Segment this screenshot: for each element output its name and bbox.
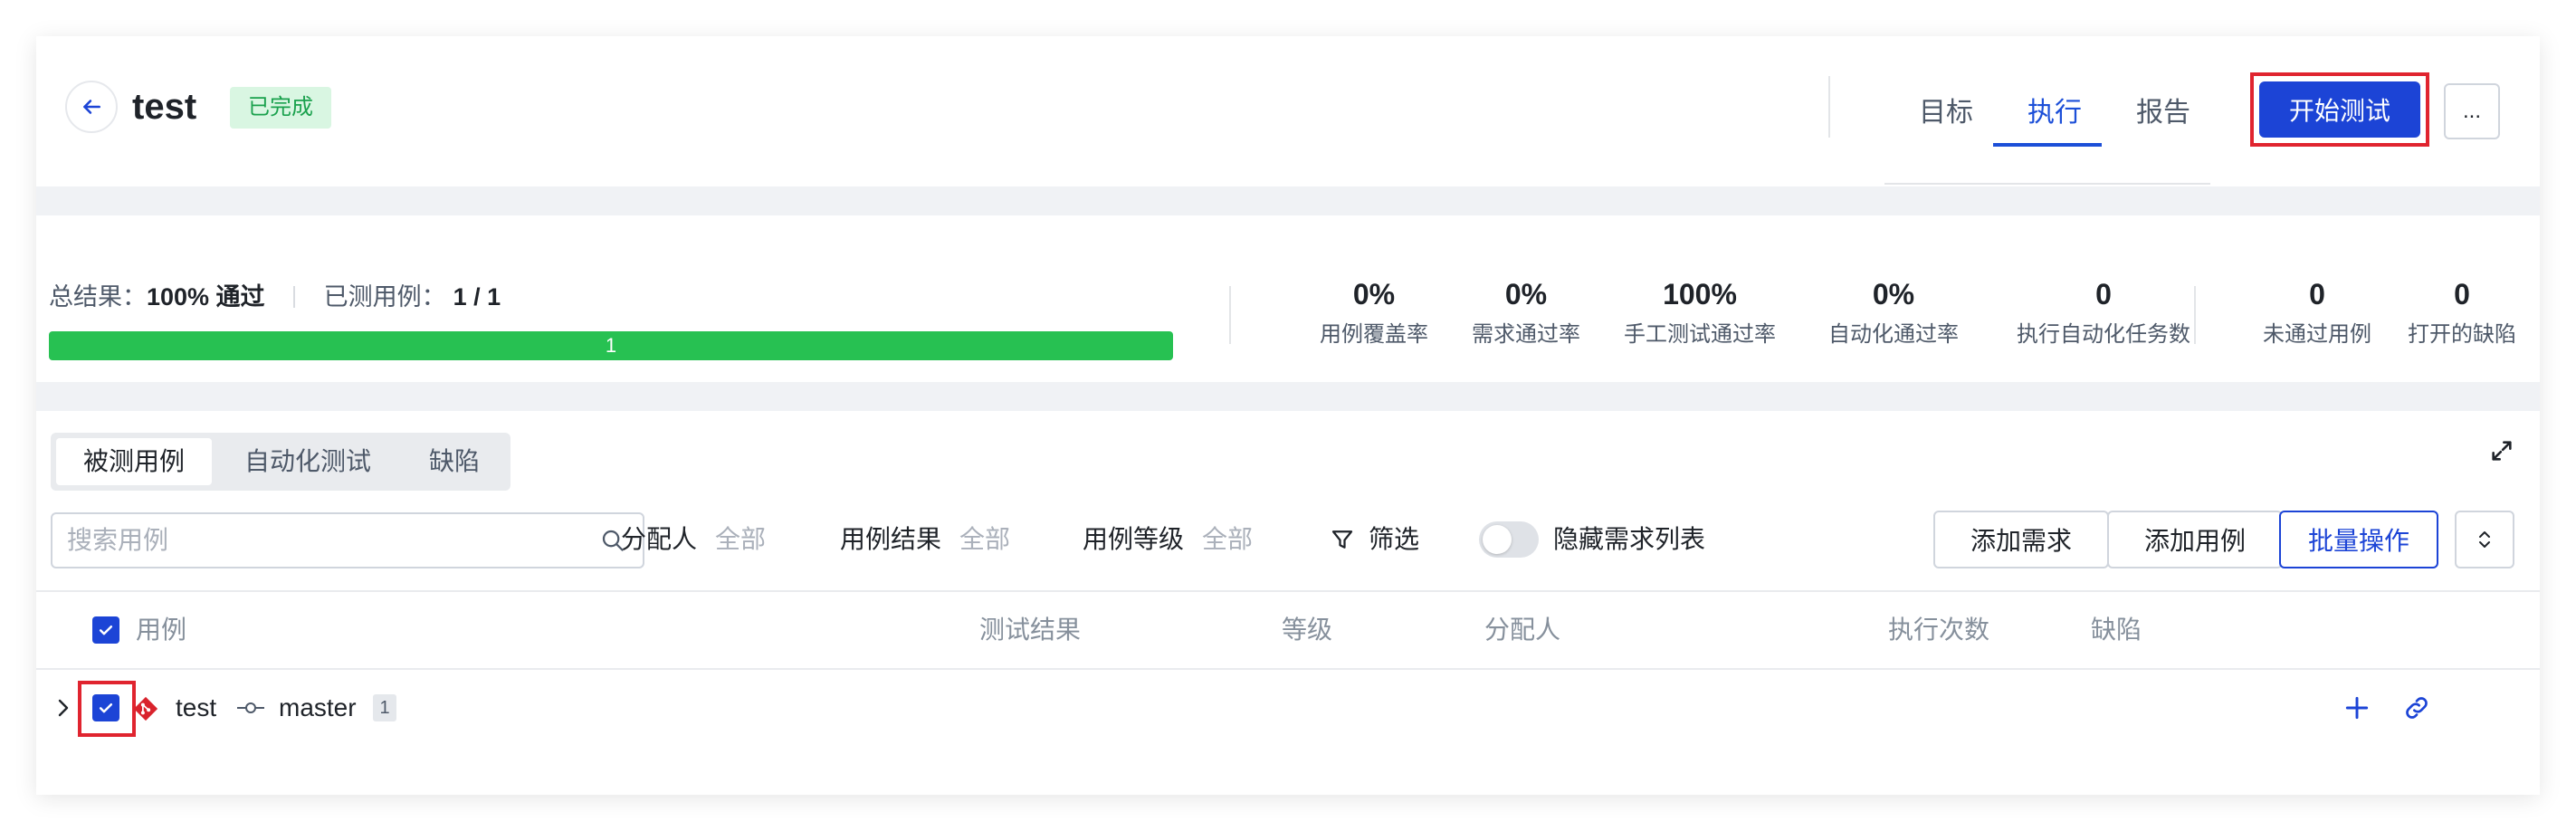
- hide-requirements-toggle[interactable]: [1479, 521, 1539, 558]
- arrow-left-icon: [83, 100, 100, 114]
- table-top-border: [36, 590, 2540, 592]
- more-button[interactable]: ...: [2444, 83, 2500, 139]
- check-icon: [99, 626, 113, 635]
- batch-operation-button[interactable]: 批量操作: [2279, 511, 2438, 568]
- segment-defects[interactable]: 缺陷: [404, 438, 505, 485]
- add-icon[interactable]: [2342, 693, 2371, 727]
- metric-value: 0: [2454, 278, 2470, 310]
- metric-value: 0: [2095, 278, 2112, 310]
- column-header-defects: 缺陷: [2091, 616, 2142, 644]
- filter-case-result[interactable]: 用例结果 全部: [840, 521, 1010, 558]
- case-name[interactable]: test: [176, 690, 216, 726]
- result-value: 100% 通过: [147, 283, 265, 310]
- start-test-button[interactable]: 开始测试: [2259, 81, 2420, 138]
- hide-requirements-label: 隐藏需求列表: [1553, 525, 1706, 553]
- search-input[interactable]: [67, 521, 574, 559]
- page-title: test: [132, 87, 197, 127]
- tab-goal[interactable]: 目标: [1901, 89, 1991, 138]
- metric-manual-pass: 100% 手工测试通过率: [1591, 273, 1808, 355]
- metric-value: 0: [2309, 278, 2325, 310]
- back-button[interactable]: [65, 81, 118, 133]
- metric-open-defects: 0 打开的缺陷: [2390, 273, 2534, 355]
- filter-value: 全部: [959, 525, 1011, 553]
- column-header-exec-count: 执行次数: [1888, 616, 1990, 644]
- table-header-border: [36, 668, 2540, 670]
- sort-icon: [2479, 531, 2490, 548]
- git-icon: [132, 695, 159, 727]
- filter-button-label: 筛选: [1369, 525, 1420, 553]
- metric-automation-pass: 0% 自动化通过率: [1794, 273, 1993, 355]
- result-label: 总结果：: [49, 283, 147, 310]
- branch-icon: [235, 697, 266, 723]
- tab-report[interactable]: 报告: [2118, 89, 2209, 138]
- case-type-segments: 被测用例 自动化测试 缺陷: [51, 433, 510, 491]
- column-header-assignee: 分配人: [1484, 616, 1561, 644]
- filter-value: 全部: [1202, 525, 1254, 553]
- branch-name: master: [279, 693, 357, 721]
- column-header-case: 用例: [136, 616, 187, 644]
- column-header-level: 等级: [1282, 616, 1333, 644]
- check-icon: [99, 703, 113, 713]
- tested-label: 已测用例：: [323, 283, 446, 310]
- add-case-button[interactable]: 添加用例: [2107, 511, 2283, 568]
- toggle-knob: [1483, 525, 1512, 554]
- chevron-right-icon[interactable]: [54, 695, 72, 725]
- metric-label: 打开的缺陷: [2408, 322, 2516, 347]
- metric-value: 0%: [1504, 278, 1548, 310]
- summary-divider: [293, 286, 296, 308]
- filter-label: 分配人: [621, 525, 698, 553]
- tabs-baseline: [1884, 183, 2210, 185]
- funnel-icon: [1331, 530, 1353, 549]
- metric-label: 执行自动化任务数: [2017, 322, 2190, 347]
- segment-tested-cases[interactable]: 被测用例: [56, 438, 212, 485]
- metric-label: 手工测试通过率: [1624, 322, 1776, 347]
- metric-value: 0%: [1872, 278, 1915, 310]
- segment-automation[interactable]: 自动化测试: [217, 438, 398, 485]
- metric-automation-tasks: 0 执行自动化任务数: [1986, 273, 2221, 355]
- progress-fill: 1: [49, 331, 1173, 360]
- status-badge: 已完成: [230, 87, 331, 129]
- search-box: [51, 512, 644, 568]
- metric-label: 需求通过率: [1472, 322, 1580, 347]
- metric-value: 100%: [1663, 278, 1737, 310]
- header-panel: test 已完成 目标 执行 报告 开始测试 ...: [36, 36, 2540, 186]
- filter-label: 用例结果: [840, 525, 942, 553]
- filter-assignee[interactable]: 分配人 全部: [621, 521, 766, 558]
- row-checkbox[interactable]: [92, 694, 119, 721]
- tested-value: 1 / 1: [453, 283, 501, 310]
- expand-icon[interactable]: [2489, 438, 2514, 468]
- select-all-checkbox[interactable]: [92, 616, 119, 644]
- add-requirement-button[interactable]: 添加需求: [1933, 511, 2109, 568]
- metrics-divider-left: [1229, 286, 1231, 344]
- link-icon[interactable]: [2402, 693, 2431, 727]
- test-plan-card: test 已完成 目标 执行 报告 开始测试 ... 总结果：100% 通过 已…: [36, 36, 2540, 795]
- tab-execute[interactable]: 执行: [2009, 89, 2100, 138]
- version-badge: 1: [373, 694, 396, 721]
- progress-bar: 1: [49, 331, 1173, 360]
- active-tab-indicator: [1993, 143, 2102, 147]
- sort-button[interactable]: [2455, 511, 2514, 568]
- metric-label: 自动化通过率: [1828, 322, 1959, 347]
- filter-label: 用例等级: [1083, 525, 1185, 553]
- metric-requirement-pass: 0% 需求通过率: [1436, 273, 1617, 355]
- result-summary: 总结果：100% 通过 已测用例： 1 / 1: [49, 281, 501, 313]
- filter-case-level[interactable]: 用例等级 全部: [1083, 521, 1253, 558]
- column-header-result: 测试结果: [979, 616, 1082, 644]
- metric-label: 未通过用例: [2263, 322, 2371, 347]
- filter-button[interactable]: 筛选: [1329, 521, 1419, 558]
- metric-failed-cases: 0 未通过用例: [2236, 273, 2399, 355]
- filter-value: 全部: [715, 525, 767, 553]
- header-divider: [1828, 76, 1830, 138]
